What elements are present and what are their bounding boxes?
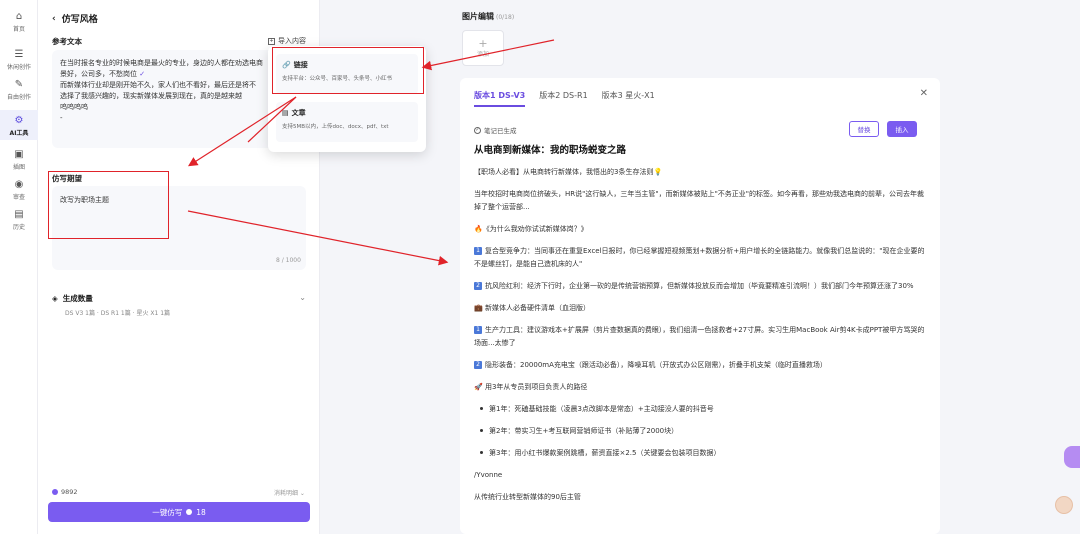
image-icon: ▣: [14, 148, 24, 160]
article-paragraph: 2 隐形装备：20000mA充电宝（跟活动必备），降噪耳机（开放式办公区刚需），折…: [474, 359, 926, 372]
rail-item-label: 自由创作: [6, 94, 31, 101]
import-icon: +: [268, 37, 275, 45]
char-counter: 8 / 1000: [276, 257, 301, 264]
article-paragraph: 🔥《为什么我劝你试试新媒体岗？》: [474, 225, 588, 233]
article-paragraph: 1 复合型竞争力：当同事还在重复Excel日报时，你已经掌握短视频策划+数据分析+…: [474, 247, 925, 268]
reference-line: -: [60, 114, 63, 122]
result-card: 版本1 DS-V3 版本2 DS-R1 版本3 星火-X1 ✕ ✓ 笔记已生成 …: [460, 78, 940, 534]
tab-version-2[interactable]: 版本2 DS-R1: [539, 90, 587, 107]
credit-coin-icon: [186, 509, 193, 515]
page-title: 仿写风格: [61, 15, 98, 25]
rail-item-5[interactable]: ◉ 审查: [0, 174, 38, 204]
reference-label: 参考文本: [52, 37, 82, 46]
number-badge: 2: [474, 282, 482, 290]
credits-value: 9892: [61, 488, 78, 496]
assistant-bot-icon[interactable]: [1064, 446, 1080, 468]
annotation-box: [272, 47, 424, 94]
article-paragraph: 🚀 用3年从专员到项目负责人的路径: [474, 383, 588, 391]
close-icon[interactable]: ✕: [920, 88, 928, 99]
check-circle-icon: ✓: [474, 126, 481, 134]
number-badge: 2: [474, 361, 482, 369]
check-icon: ✓: [139, 70, 146, 78]
number-badge: 1: [474, 247, 482, 255]
rail-item-6[interactable]: ▤ 历史: [0, 204, 38, 234]
bullet-dot: [480, 451, 483, 454]
document-icon: ▤: [282, 109, 289, 117]
rail-item-3[interactable]: ⚙ AI工具: [0, 110, 38, 140]
plus-icon: +: [478, 37, 488, 50]
left-nav-rail: ⌂ 首页 ☰ 休闲创作 ✎ 自由创作 ⚙ AI工具 ▣ 插图 ◉ 审查 ▤ 历史: [0, 0, 38, 534]
image-count: (0/18): [496, 14, 515, 21]
annotation-box: [48, 171, 169, 239]
credit-coin-icon: [52, 489, 58, 495]
pen-icon: ✎: [14, 78, 24, 90]
number-badge: 1: [474, 326, 482, 334]
rail-item-label: 休闲创作: [6, 64, 31, 71]
rewrite-submit-button[interactable]: 一键仿写 18: [48, 502, 310, 522]
review-icon: ◉: [14, 178, 24, 190]
reference-line: 而新媒体行业却是刚开始不久，家人们也不看好，最后还是将不: [60, 81, 256, 89]
credits-balance: 9892: [52, 488, 78, 496]
reference-line: 选择了我感兴趣的，现实新媒体发展到现在，真的是越来越: [60, 92, 242, 100]
add-image-tile[interactable]: + 添加: [462, 30, 504, 66]
rail-item-label: 插图: [12, 164, 25, 171]
cube-icon: ◈: [52, 294, 58, 303]
rail-item-0[interactable]: ⌂ 首页: [0, 6, 38, 36]
generation-count-detail: DS V3 1篇 · DS R1 1篇 · 星火 X1 1篇: [65, 310, 171, 317]
reference-line: 在当时报名专业的时候电商是最火的专业，身边的人都在劝选电商: [60, 59, 263, 67]
article-bullet: 第3年：用小红书爆款案例跳槽，薪资直接×2.5（关键要会包装项目数据）: [474, 447, 926, 460]
document-option-title: 文章: [291, 109, 306, 117]
rail-item-label: 首页: [12, 26, 25, 33]
import-content-button[interactable]: + 导入内容: [268, 36, 306, 46]
tab-version-3[interactable]: 版本3 星火-X1: [602, 90, 655, 107]
ai-tool-icon: ⚙: [14, 114, 24, 126]
bullet-dot: [480, 429, 483, 432]
submit-label: 一键仿写: [152, 507, 183, 517]
article-bullet: 第1年：死磕基础技能（凌晨3点改脚本是常态）+主动接没人要的抖音号: [474, 403, 926, 416]
article-paragraph: 💼 新媒体人必备硬件清单（血泪版）: [474, 304, 590, 312]
article-paragraph: 1 生产力工具：建议游戏本+扩展屏（剪片查数据真的费眼），我们组清一色拯救者+27…: [474, 326, 925, 347]
generation-count-label: 生成数量: [62, 294, 93, 303]
history-icon: ▤: [14, 208, 24, 220]
avatar[interactable]: [1055, 496, 1073, 514]
tab-version-1[interactable]: 版本1 DS-V3: [474, 90, 526, 107]
chevron-down-icon[interactable]: ⌄: [299, 293, 306, 302]
home-icon: ⌂: [15, 10, 23, 22]
rail-item-label: AI工具: [9, 130, 29, 137]
article-bullet: 第2年：带实习生+考互联网营销师证书（补贴薄了2000块）: [474, 425, 926, 438]
article-paragraph: 2 抗风险红利：经济下行时，企业第一砍的是传统营销预算，但新媒体投放反而会增加（毕…: [474, 280, 926, 293]
article-paragraph: 【职场人必看】从电商转行新媒体，我悟出的3条生存法则💡: [474, 168, 663, 176]
submit-cost: 18: [196, 507, 206, 517]
generation-status-text: 笔记已生成: [484, 127, 517, 135]
article-signature: /Yvonne: [474, 471, 503, 479]
generation-count-section[interactable]: ◈ 生成数量 DS V3 1篇 · DS R1 1篇 · 星火 X1 1篇 ⌄: [52, 293, 306, 317]
image-edit-title: 图片编辑 (0/18): [462, 12, 515, 21]
add-image-label: 添加: [476, 51, 489, 58]
rail-item-2[interactable]: ✎ 自由创作: [0, 74, 38, 104]
rail-item-1[interactable]: ☰ 休闲创作: [0, 44, 38, 74]
article-paragraph: 当年校招时电商岗位挤破头，HR说"这行缺人，三年当主管"，而新媒体被贴上"不务正…: [474, 190, 925, 211]
replace-button[interactable]: 替换: [849, 121, 879, 137]
rail-item-label: 历史: [12, 224, 25, 231]
document-option-desc: 支持5MB以内，上传doc、docx、pdf、txt: [282, 124, 389, 130]
bullet-dot: [480, 407, 483, 410]
document-icon: ☰: [14, 48, 24, 60]
rail-item-4[interactable]: ▣ 插图: [0, 144, 38, 174]
reference-line: 呜呜呜呜: [60, 103, 88, 111]
reference-line: 景好，公司多，不愁岗位 ✓: [60, 70, 146, 78]
article-headline: 从电商到新媒体：我的职场蜕变之路: [474, 145, 627, 156]
form-header: ‹ 仿写风格: [52, 12, 98, 26]
article-signature: 从传统行业转型新媒体的90后主管: [474, 493, 581, 501]
generation-status: ✓ 笔记已生成: [474, 125, 517, 135]
generated-article: 从电商到新媒体：我的职场蜕变之路 【职场人必看】从电商转行新媒体，我悟出的3条生…: [474, 144, 926, 504]
cost-detail-label: 消耗明细: [274, 490, 299, 497]
generation-count-title: ◈ 生成数量: [52, 293, 306, 304]
rail-item-label: 审查: [12, 194, 25, 201]
import-document-option[interactable]: ▤ 文章 支持5MB以内，上传doc、docx、pdf、txt: [276, 102, 418, 142]
back-arrow-icon[interactable]: ‹: [52, 14, 56, 24]
cost-detail-link[interactable]: 消耗明细 ⌄: [274, 488, 305, 497]
insert-button[interactable]: 插入: [887, 121, 917, 137]
version-tabs: 版本1 DS-V3 版本2 DS-R1 版本3 星火-X1: [474, 90, 655, 107]
import-label: 导入内容: [278, 37, 306, 45]
